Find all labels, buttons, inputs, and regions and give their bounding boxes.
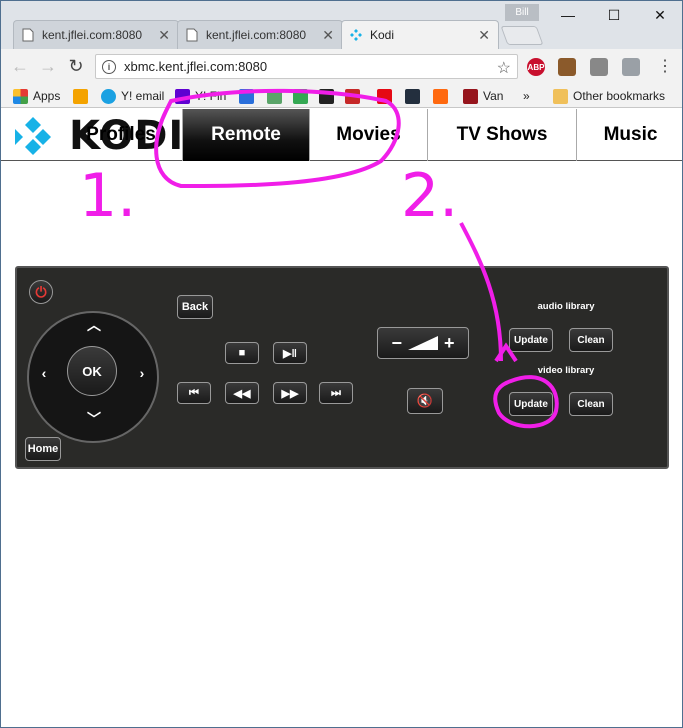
annotation-circle-update xyxy=(493,375,559,429)
annotation-arrow xyxy=(459,222,503,362)
annotation-circle-remote xyxy=(154,88,401,189)
annotation-step-2: 2. xyxy=(401,161,458,231)
browser-window: kent.jflei.com:8080 ✕ kent.jflei.com:808… xyxy=(0,0,683,728)
annotation-step-1: 1. xyxy=(79,161,136,231)
annotation-overlay: 1. 2. xyxy=(79,88,559,429)
